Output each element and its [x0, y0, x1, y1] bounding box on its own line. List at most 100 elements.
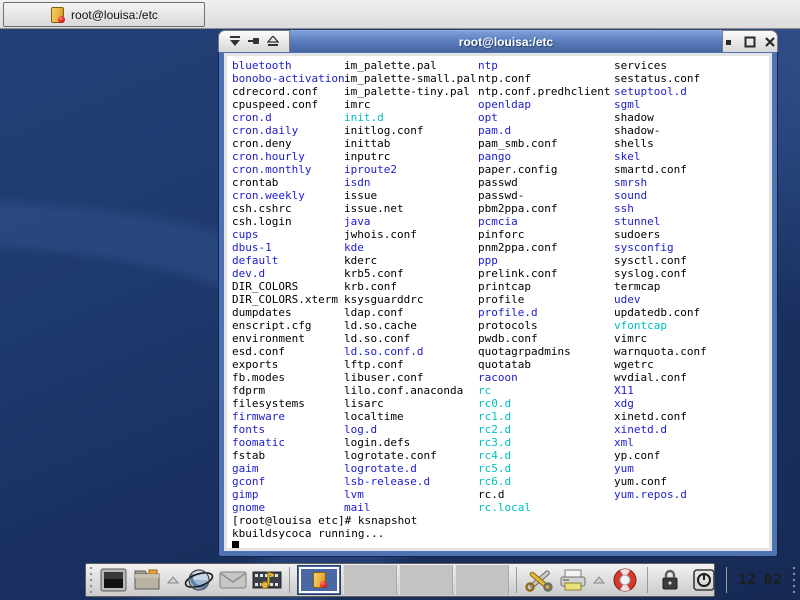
file-entry: smartd.conf [614, 163, 687, 176]
window-inner-frame: bluetoothim_palette.palntpservicesbonobo… [224, 53, 772, 551]
panel-handle-right[interactable] [791, 567, 797, 593]
titlebar[interactable]: root@louisa:/etc [218, 30, 778, 52]
close-button[interactable] [763, 34, 777, 50]
help-lifesaver-icon[interactable] [610, 566, 640, 594]
file-entry: sysconfig [614, 241, 674, 254]
file-entry: isdn [344, 176, 478, 189]
file-entry: kderc [344, 254, 478, 267]
listing-row: defaultkdercpppsysctl.conf [232, 254, 769, 267]
file-entry: profile.d [478, 306, 614, 319]
eject-icon[interactable] [267, 33, 279, 51]
file-entry: pam.d [478, 124, 614, 137]
file-entry: issue.net [344, 202, 478, 215]
file-entry: cups [232, 228, 344, 241]
file-entry: sysctl.conf [614, 254, 687, 267]
terminal-monitor-icon[interactable] [98, 566, 128, 594]
file-entry: xinetd.d [614, 423, 667, 436]
file-entry: logrotate.conf [344, 449, 478, 462]
file-entry: inittab [344, 137, 478, 150]
email-envelope-icon[interactable] [218, 566, 248, 594]
file-entry: yum.conf [614, 475, 667, 488]
file-entry: kde [344, 241, 478, 254]
screen: root@louisa:/etc root@louisa:/etc [0, 0, 800, 600]
active-task-button[interactable] [297, 565, 341, 595]
file-entry: rc3.d [478, 436, 614, 449]
file-entry: bluetooth [232, 59, 344, 72]
listing-row: cupsjwhois.confpinforcsudoers [232, 228, 769, 241]
bottom-panel: 12 02 [85, 563, 715, 597]
maximize-button[interactable] [743, 34, 757, 50]
file-entry: DIR_COLORS.xterm [232, 293, 344, 306]
power-logout-icon[interactable] [689, 566, 719, 594]
file-entry: smrsh [614, 176, 647, 189]
pin-icon[interactable] [248, 33, 260, 51]
file-entry: cdrecord.conf [232, 85, 344, 98]
file-entry: fstab [232, 449, 344, 462]
listing-row: cron.weeklyissuepasswd-sound [232, 189, 769, 202]
file-entry: imrc [344, 98, 478, 111]
file-entry: yum.repos.d [614, 488, 687, 501]
file-entry: rc [478, 384, 614, 397]
system-tools-icon[interactable] [524, 566, 554, 594]
listing-row: bluetoothim_palette.palntpservices [232, 59, 769, 72]
panel-separator [516, 567, 517, 593]
web-browser-globe-icon[interactable] [184, 566, 214, 594]
home-folder-icon[interactable] [132, 566, 162, 594]
multimedia-filmstrip-icon[interactable] [252, 566, 282, 594]
lock-icon[interactable] [655, 566, 685, 594]
file-entry: logrotate.d [344, 462, 478, 475]
file-entry: shadow- [614, 124, 660, 137]
popup-arrow-icon[interactable] [166, 566, 180, 594]
file-entry: cron.hourly [232, 150, 344, 163]
file-entry: yum [614, 462, 634, 475]
file-entry: gconf [232, 475, 344, 488]
popup-arrow-icon[interactable] [592, 566, 606, 594]
minimize-button[interactable] [723, 34, 737, 50]
titlebar-left-buttons [218, 30, 290, 52]
task-button-label: root@louisa:/etc [71, 8, 158, 22]
terminal-output-area[interactable]: bluetoothim_palette.palntpservicesbonobo… [227, 56, 769, 548]
file-entry: pango [478, 150, 614, 163]
listing-row: dbus-1kdepnm2ppa.confsysconfig [232, 241, 769, 254]
file-entry: rc5.d [478, 462, 614, 475]
file-entry: pcmcia [478, 215, 614, 228]
printer-icon[interactable] [558, 566, 588, 594]
listing-row: fstablogrotate.confrc4.dyp.conf [232, 449, 769, 462]
file-entry: pnm2ppa.conf [478, 241, 614, 254]
panel-taskbar [297, 565, 509, 595]
listing-row: cron.monthlyiproute2paper.configsmartd.c… [232, 163, 769, 176]
file-entry: rc4.d [478, 449, 614, 462]
file-entry: opt [478, 111, 614, 124]
block-cursor [232, 541, 239, 548]
listing-row: cron.dinit.doptshadow [232, 111, 769, 124]
file-entry: cron.deny [232, 137, 344, 150]
file-entry: X11 [614, 384, 634, 397]
file-entry: services [614, 59, 667, 72]
file-entry: ld.so.conf [344, 332, 478, 345]
clock-minutes: 02 [764, 572, 783, 588]
file-entry: issue [344, 189, 478, 202]
taskbar-task-button[interactable]: root@louisa:/etc [3, 2, 205, 27]
file-entry: rc1.d [478, 410, 614, 423]
file-entry: im_palette.pal [344, 59, 478, 72]
file-entry: csh.login [232, 215, 344, 228]
listing-row: cron.dailyinitlog.confpam.dshadow- [232, 124, 769, 137]
listing-row: fdprmlilo.conf.anacondarcX11 [232, 384, 769, 397]
file-entry: java [344, 215, 478, 228]
file-entry: krb5.conf [344, 267, 478, 280]
panel-clock[interactable]: 12 02 [734, 572, 787, 588]
file-entry: inputrc [344, 150, 478, 163]
file-entry: cron.weekly [232, 189, 344, 202]
listing-row: fb.modeslibuser.confracoonwvdial.conf [232, 371, 769, 384]
file-entry: passwd- [478, 189, 614, 202]
file-entry: lftp.conf [344, 358, 478, 371]
file-entry: syslog.conf [614, 267, 687, 280]
empty-task-slot [399, 565, 453, 595]
file-entry: localtime [344, 410, 478, 423]
panel-handle-left[interactable] [88, 567, 94, 593]
file-entry: jwhois.conf [344, 228, 478, 241]
shade-icon[interactable] [229, 33, 241, 51]
listing-row: enscript.cfgld.so.cacheprotocolsvfontcap [232, 319, 769, 332]
file-entry: prelink.conf [478, 267, 614, 280]
file-entry: termcap [614, 280, 660, 293]
